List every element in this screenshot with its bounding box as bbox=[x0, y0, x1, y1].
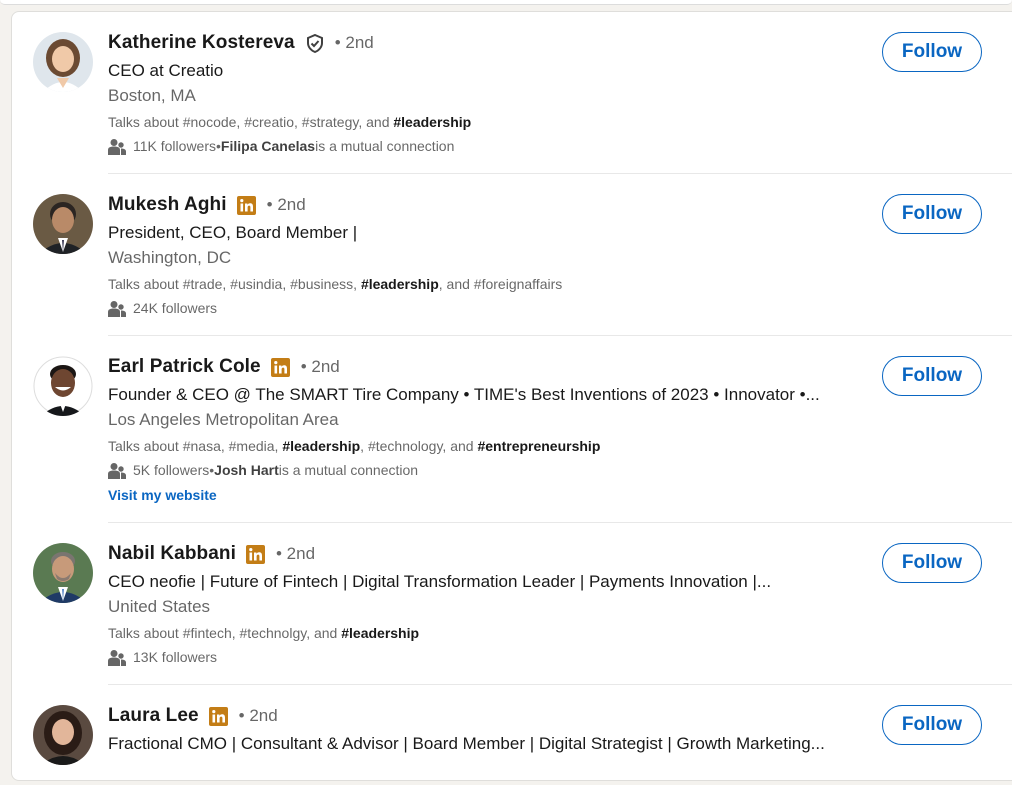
verified-shield-icon bbox=[305, 33, 325, 53]
connection-degree: • 2nd bbox=[266, 195, 306, 214]
followers-row: 24K followers bbox=[108, 296, 848, 321]
mutual-connection-name[interactable]: Filipa Canelas bbox=[221, 134, 315, 159]
talks-about: Talks about #nasa, #media, #leadership, … bbox=[108, 438, 601, 454]
follow-button[interactable]: Follow bbox=[882, 705, 982, 745]
people-icon bbox=[108, 300, 126, 317]
headline: CEO neofie | Future of Fintech | Digital… bbox=[108, 572, 772, 591]
headline: Fractional CMO | Consultant & Advisor | … bbox=[108, 734, 825, 753]
people-results-card: Katherine Kostereva • 2nd CEO at Creatio… bbox=[11, 11, 1012, 781]
list-item: Laura Lee • 2nd Fractional CMO | Consult… bbox=[12, 685, 1012, 785]
connection-degree: • 2nd bbox=[334, 33, 374, 52]
avatar[interactable] bbox=[33, 705, 93, 765]
person-name[interactable]: Nabil Kabbani bbox=[108, 543, 236, 565]
person-name[interactable]: Earl Patrick Cole bbox=[108, 356, 261, 378]
follow-button[interactable]: Follow bbox=[882, 356, 982, 396]
person-name[interactable]: Laura Lee bbox=[108, 705, 199, 727]
talks-about: Talks about #fintech, #technolgy, and #l… bbox=[108, 625, 420, 641]
list-item: Mukesh Aghi • 2nd President, CEO, Board … bbox=[12, 174, 1012, 336]
list-item: Earl Patrick Cole • 2nd Founder & CEO @ … bbox=[12, 336, 1012, 523]
followers-row: 11K followers • Filipa Canelas is a mutu… bbox=[108, 134, 848, 159]
people-icon bbox=[108, 138, 126, 155]
follow-button[interactable]: Follow bbox=[882, 194, 982, 234]
website-link[interactable]: Visit my website bbox=[108, 483, 848, 508]
linkedin-premium-icon bbox=[209, 706, 229, 726]
linkedin-premium-icon bbox=[237, 195, 257, 215]
connection-degree: • 2nd bbox=[238, 706, 278, 725]
linkedin-premium-icon bbox=[271, 357, 291, 377]
previous-card-edge bbox=[0, 0, 1012, 5]
followers-row: 5K followers • Josh Hart is a mutual con… bbox=[108, 458, 848, 483]
connection-degree: • 2nd bbox=[300, 357, 340, 376]
linkedin-premium-icon bbox=[246, 544, 266, 564]
connection-degree: • 2nd bbox=[275, 544, 316, 563]
location: Boston, MA bbox=[108, 86, 196, 105]
talks-about: Talks about #trade, #usindia, #business,… bbox=[108, 276, 563, 292]
location: Washington, DC bbox=[108, 248, 232, 267]
follow-button[interactable]: Follow bbox=[882, 32, 982, 72]
follow-button[interactable]: Follow bbox=[882, 543, 982, 583]
headline: President, CEO, Board Member | bbox=[108, 223, 358, 242]
list-item: Nabil Kabbani • 2nd CEO neofie | Future … bbox=[12, 523, 1012, 685]
people-icon bbox=[108, 462, 126, 479]
headline: CEO at Creatio bbox=[108, 61, 224, 80]
location: United States bbox=[108, 597, 211, 616]
location: Los Angeles Metropolitan Area bbox=[108, 410, 339, 429]
mutual-connection-name[interactable]: Josh Hart bbox=[214, 458, 279, 483]
avatar[interactable] bbox=[33, 356, 93, 416]
avatar[interactable] bbox=[33, 543, 93, 603]
avatar[interactable] bbox=[33, 194, 93, 254]
headline: Founder & CEO @ The SMART Tire Company •… bbox=[108, 385, 820, 404]
followers-row: 13K followers bbox=[108, 645, 848, 670]
person-name[interactable]: Mukesh Aghi bbox=[108, 194, 227, 216]
avatar[interactable] bbox=[33, 32, 93, 92]
person-name[interactable]: Katherine Kostereva bbox=[108, 32, 295, 54]
list-item: Katherine Kostereva • 2nd CEO at Creatio… bbox=[12, 12, 1012, 174]
talks-about: Talks about #nocode, #creatio, #strategy… bbox=[108, 114, 472, 130]
people-icon bbox=[108, 649, 126, 666]
